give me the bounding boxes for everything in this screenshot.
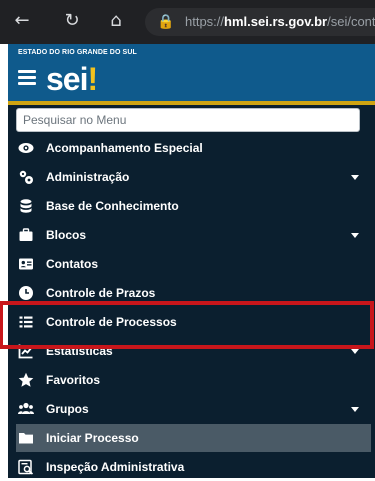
database-icon <box>18 198 34 214</box>
folder-icon <box>18 430 34 446</box>
url-text: https://hml.sei.rs.gov.br/sei/cont <box>185 14 375 29</box>
menu-item-label: Iniciar Processo <box>46 431 139 445</box>
menu-item-contatos[interactable]: Contatos <box>8 250 375 278</box>
clock-icon <box>18 285 34 301</box>
sei-logo[interactable]: sei! <box>46 63 98 95</box>
menu-item-label: Inspeção Administrativa <box>46 460 185 474</box>
gears-icon <box>18 169 34 185</box>
chevron-down-icon <box>351 349 359 354</box>
eye-icon <box>18 140 34 156</box>
menu-item-label: Contatos <box>46 257 98 271</box>
chevron-down-icon <box>351 407 359 412</box>
menu-item-administracao[interactable]: Administração <box>8 163 375 191</box>
menu-item-inspecao-administrativa[interactable]: Inspeção Administrativa <box>8 453 375 481</box>
address-bar[interactable]: 🔒 https://hml.sei.rs.gov.br/sei/cont <box>145 8 375 36</box>
browser-toolbar: ← ↻ ⌂ 🔒 https://hml.sei.rs.gov.br/sei/co… <box>0 0 375 44</box>
menu-item-label: Favoritos <box>46 373 101 387</box>
menu-item-base-de-conhecimento[interactable]: Base de Conhecimento <box>8 192 375 220</box>
back-arrow-icon[interactable]: ← <box>10 9 34 33</box>
address-card-icon <box>18 256 34 272</box>
briefcase-icon <box>18 227 34 243</box>
home-icon[interactable]: ⌂ <box>104 9 128 33</box>
menu-item-blocos[interactable]: Blocos <box>8 221 375 249</box>
star-icon <box>18 372 34 388</box>
menu-item-label: Base de Conhecimento <box>46 199 179 213</box>
menu-item-label: Blocos <box>46 228 87 242</box>
chevron-down-icon <box>351 233 359 238</box>
menu-item-label: Administração <box>46 170 130 184</box>
menu-item-grupos[interactable]: Grupos <box>8 395 375 423</box>
site-info-icon[interactable]: 🔒 <box>157 8 174 36</box>
sei-app: ESTADO DO RIO GRANDE DO SUL sei! Acompan… <box>8 44 375 478</box>
menu-item-iniciar-processo[interactable]: Iniciar Processo <box>16 424 371 452</box>
reload-icon[interactable]: ↻ <box>60 9 84 33</box>
menu-item-label: Grupos <box>46 402 89 416</box>
app-header: ESTADO DO RIO GRANDE DO SUL sei! <box>8 44 375 105</box>
users-icon <box>18 401 34 417</box>
menu-item-label: Acompanhamento Especial <box>46 141 203 155</box>
highlight-box <box>0 301 374 349</box>
hamburger-menu-icon[interactable] <box>18 70 36 86</box>
menu-item-favoritos[interactable]: Favoritos <box>8 366 375 394</box>
magnifier-icon <box>18 459 34 475</box>
menu-search-input[interactable] <box>16 108 360 132</box>
chevron-down-icon <box>351 175 359 180</box>
menu-item-acompanhamento-especial[interactable]: Acompanhamento Especial <box>8 134 375 162</box>
state-name: ESTADO DO RIO GRANDE DO SUL <box>18 49 137 56</box>
